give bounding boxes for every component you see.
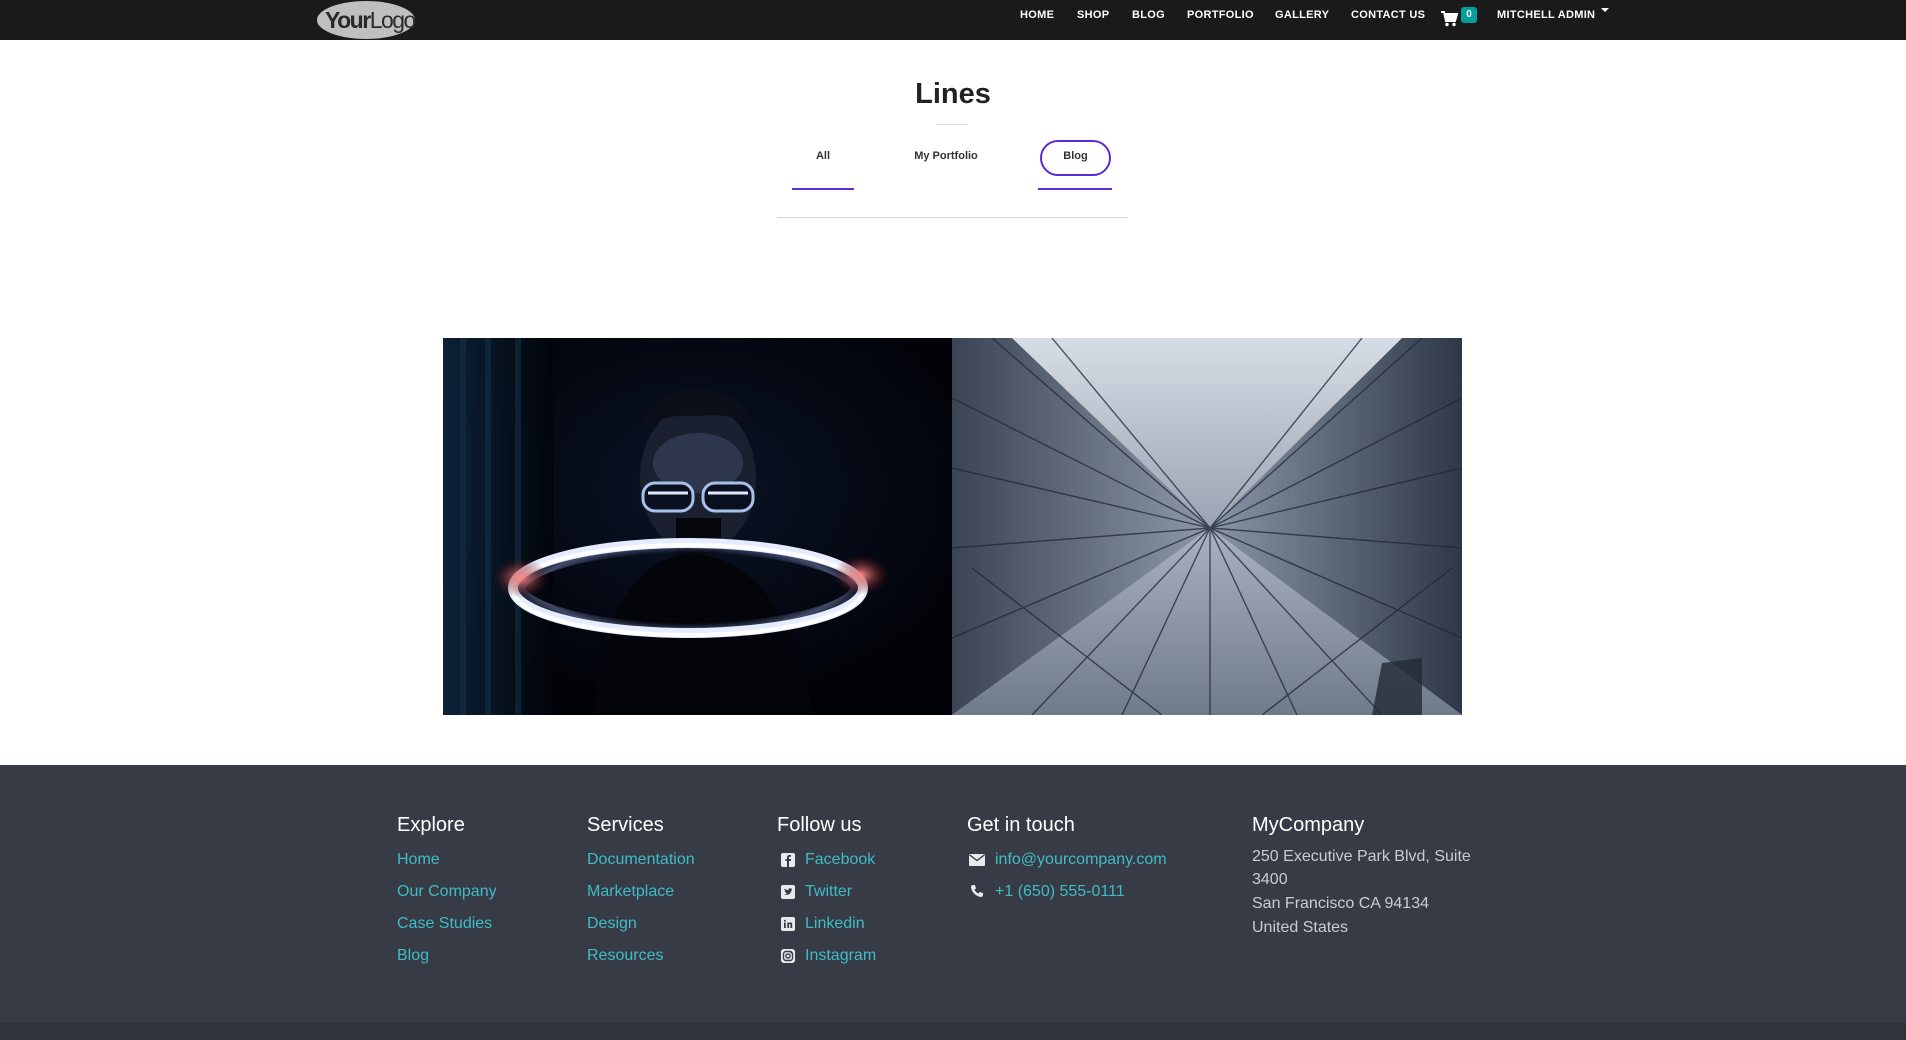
footer-follow-title: Follow us [777, 814, 862, 836]
nav-contact-us[interactable]: CONTACT US [1351, 9, 1425, 21]
footer-email-link[interactable]: info@yourcompany.com [995, 851, 1167, 869]
phone-icon [971, 885, 983, 897]
tab-blog-underline [1038, 188, 1112, 190]
footer-link-documentation[interactable]: Documentation [587, 851, 695, 869]
footer-link-facebook[interactable]: Facebook [805, 851, 875, 869]
footer-address-line-4: United States [1252, 919, 1349, 936]
title-divider [936, 124, 968, 125]
footer-link-linkedin[interactable]: Linkedin [805, 915, 865, 933]
twitter-icon [781, 885, 795, 899]
facebook-icon [781, 853, 795, 867]
footer-link-design[interactable]: Design [587, 915, 637, 933]
user-menu[interactable]: MITCHELL ADMIN [1497, 9, 1595, 21]
cart-button[interactable]: 0 [1441, 7, 1477, 29]
tab-blog[interactable]: Blog [1040, 150, 1111, 162]
footer-address-line-3: San Francisco CA 94134 [1252, 895, 1429, 912]
footer-contact-title: Get in touch [967, 814, 1075, 836]
tab-all[interactable]: All [792, 150, 854, 162]
site-logo[interactable]: YourLogo [317, 0, 416, 40]
nav-blog[interactable]: BLOG [1132, 9, 1165, 21]
cart-count-badge: 0 [1461, 7, 1477, 23]
nav-home[interactable]: HOME [1020, 9, 1054, 21]
tabs-divider [777, 217, 1128, 218]
skyscraper-picture [952, 338, 1462, 715]
tab-my-portfolio[interactable]: My Portfolio [896, 150, 996, 162]
footer-address-line-2: 3400 [1252, 871, 1288, 888]
linkedin-icon [781, 917, 795, 931]
gallery-image-skyscraper[interactable] [952, 338, 1462, 715]
nav-shop[interactable]: SHOP [1077, 9, 1109, 21]
page-title: Lines [915, 78, 991, 110]
footer-link-case-studies[interactable]: Case Studies [397, 915, 492, 933]
footer-link-our-company[interactable]: Our Company [397, 883, 497, 901]
tab-all-underline [792, 188, 854, 190]
footer-phone-link[interactable]: +1 (650) 555-0111 [995, 883, 1125, 901]
footer-bottom-bar [0, 1022, 1906, 1040]
footer-link-instagram[interactable]: Instagram [805, 947, 876, 965]
footer-link-twitter[interactable]: Twitter [805, 883, 852, 901]
cart-icon [1441, 11, 1459, 27]
logo-text: YourLogo [325, 7, 416, 33]
footer-link-resources[interactable]: Resources [587, 947, 663, 965]
footer-services-title: Services [587, 814, 664, 836]
nav-portfolio[interactable]: PORTFOLIO [1187, 9, 1254, 21]
site-footer [0, 765, 1906, 1040]
instagram-icon [781, 949, 795, 963]
envelope-icon [969, 854, 985, 866]
nav-gallery[interactable]: GALLERY [1275, 9, 1329, 21]
top-navbar: YourLogo HOME SHOP BLOG PORTFOLIO GALLER… [0, 0, 1906, 40]
neon-ring-picture [443, 338, 952, 715]
footer-company-title: MyCompany [1252, 814, 1365, 836]
chevron-down-icon[interactable] [1601, 8, 1609, 12]
footer-link-home[interactable]: Home [397, 851, 440, 869]
footer-explore-title: Explore [397, 814, 465, 836]
portfolio-gallery [443, 338, 1462, 715]
footer-link-marketplace[interactable]: Marketplace [587, 883, 674, 901]
footer-link-blog[interactable]: Blog [397, 947, 429, 965]
gallery-image-neon-ring[interactable] [443, 338, 952, 715]
footer-address-line-1: 250 Executive Park Blvd, Suite [1252, 848, 1471, 865]
